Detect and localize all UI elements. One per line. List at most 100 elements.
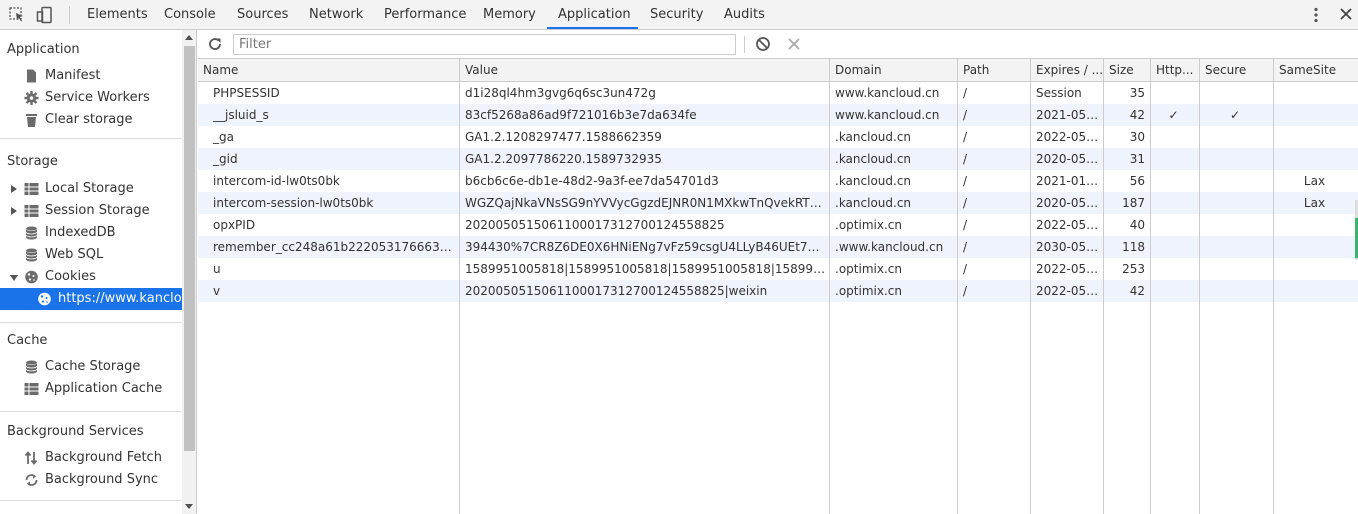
- cell-samesite: Lax: [1303, 174, 1326, 188]
- column-header-samesite[interactable]: SameSite: [1274, 59, 1358, 81]
- sidebar-item-cookies[interactable]: Cookies: [0, 266, 182, 288]
- expand-arrow-icon[interactable]: [11, 185, 17, 193]
- tab-sources[interactable]: Sources: [237, 0, 288, 29]
- tab-memory[interactable]: Memory: [483, 0, 536, 29]
- sidebar-item-label: https://www.kancloud.cn: [58, 291, 182, 306]
- sidebar-item-manifest[interactable]: Manifest: [0, 65, 182, 87]
- table-row[interactable]: _ga GA1.2.1208297477.1588662359 .kancloud.…: [198, 126, 1358, 148]
- cell-samesite: [1274, 236, 1358, 258]
- cell-httponly: ✓: [1168, 108, 1179, 122]
- scrollbar-thumb[interactable]: [184, 46, 195, 451]
- sidebar-item-web-sql[interactable]: Web SQL: [0, 244, 182, 266]
- table-row[interactable]: PHPSESSID d1i28ql4hm3gvg6q6sc3un472g www.k…: [198, 82, 1358, 104]
- cell-value: 20200505150611000173127001245588​25|weix…: [465, 284, 768, 298]
- delete-selected-icon[interactable]: [787, 37, 801, 51]
- grid-icon: [24, 183, 39, 195]
- tab-console[interactable]: Console: [164, 0, 216, 29]
- column-header-path[interactable]: Path: [958, 59, 1030, 81]
- sidebar-item-session-storage[interactable]: Session Storage: [0, 200, 182, 222]
- sidebar-item-background-sync[interactable]: Background Sync: [0, 469, 182, 491]
- column-header-name[interactable]: Name: [198, 59, 459, 81]
- scroll-up-icon[interactable]: [185, 35, 193, 40]
- tab-network[interactable]: Network: [309, 0, 363, 29]
- table-row[interactable]: opxPID 20200505150611000173127001245588​2…: [198, 214, 1358, 236]
- cell-secure: [1200, 280, 1273, 302]
- sidebar-item-cookie-origin[interactable]: https://www.kancloud.cn: [0, 288, 182, 310]
- database-icon: [25, 248, 38, 262]
- cell-secure: [1200, 170, 1273, 192]
- clear-all-icon[interactable]: [755, 36, 771, 52]
- table-row[interactable]: remember_cc248a61b22205317666319... 39443…: [198, 236, 1358, 258]
- cell-httponly: [1151, 280, 1199, 302]
- cell-value: 1589951005818|1589951005818|158995100581…: [465, 262, 829, 276]
- column-header-domain[interactable]: Domain: [830, 59, 957, 81]
- cell-size: 187: [1122, 196, 1145, 210]
- cell-expires: Session: [1036, 86, 1082, 100]
- table-row[interactable]: v 20200505150611000173127001245588​25|wei…: [198, 280, 1358, 302]
- sidebar-item-application-cache[interactable]: Application Cache: [0, 378, 182, 400]
- inspect-element-icon[interactable]: [8, 6, 26, 24]
- section-divider: [0, 322, 182, 323]
- tab-separator: [69, 6, 70, 24]
- close-devtools-icon[interactable]: [1339, 7, 1353, 21]
- table-row[interactable]: u 1589951005818|1589951005818|15899510058…: [198, 258, 1358, 280]
- scroll-down-icon[interactable]: [185, 504, 193, 509]
- column-header-value[interactable]: Value: [460, 59, 829, 81]
- sidebar-scrollbar[interactable]: [182, 30, 197, 514]
- tab-performance[interactable]: Performance: [384, 0, 466, 29]
- column-header-httponly[interactable]: Http...: [1151, 59, 1199, 81]
- sidebar-item-cache-storage[interactable]: Cache Storage: [0, 356, 182, 378]
- cell-path: /: [963, 284, 968, 298]
- cell-name: _ga: [213, 130, 234, 144]
- sidebar-item-local-storage[interactable]: Local Storage: [0, 178, 182, 200]
- more-options-icon[interactable]: [1310, 6, 1322, 24]
- cell-secure: [1200, 192, 1273, 214]
- cell-size: 118: [1122, 240, 1145, 254]
- cell-size: 56: [1129, 174, 1145, 188]
- column-divider: [957, 59, 958, 514]
- sidebar-item-clear-storage[interactable]: Clear storage: [0, 109, 182, 131]
- cell-httponly: [1151, 258, 1199, 280]
- section-title-cache: Cache: [7, 333, 48, 348]
- cell-samesite: [1274, 214, 1358, 236]
- tab-security[interactable]: Security: [650, 0, 703, 29]
- database-icon: [25, 360, 38, 374]
- refresh-icon[interactable]: [207, 36, 223, 52]
- sidebar: Application Manifest Service Workers Cle…: [0, 30, 182, 514]
- tab-audits[interactable]: Audits: [724, 0, 765, 29]
- tab-elements[interactable]: Elements: [87, 0, 148, 29]
- cell-httponly: [1151, 236, 1199, 258]
- cell-value: 83cf5268a86ad9f721016b3e7da634fe: [465, 108, 697, 122]
- sync-icon: [25, 474, 38, 486]
- table-row[interactable]: intercom-session-lw0ts0bk WGZQajNkaVNsSG9…: [198, 192, 1358, 214]
- column-divider: [1103, 59, 1104, 514]
- sidebar-item-label: Session Storage: [45, 203, 150, 218]
- expand-arrow-icon[interactable]: [11, 207, 17, 215]
- column-header-size[interactable]: Size: [1104, 59, 1150, 81]
- device-toolbar-icon[interactable]: [36, 6, 54, 24]
- table-row[interactable]: _gid GA1.2.2097786220.1589732935 .kancloud…: [198, 148, 1358, 170]
- cell-size: 42: [1129, 108, 1145, 122]
- filter-input[interactable]: [233, 34, 736, 55]
- cell-domain: www.kancloud.cn: [835, 86, 940, 100]
- sidebar-item-label: Cookies: [45, 269, 96, 284]
- cookies-table: Name Value Domain Path Expires / ... Siz…: [198, 59, 1358, 514]
- table-row[interactable]: intercom-id-lw0ts0bk b6cb6c6e-db1e-48d2-9…: [198, 170, 1358, 192]
- cell-expires: 2020-05-...: [1036, 152, 1102, 166]
- sidebar-item-background-fetch[interactable]: Background Fetch: [0, 447, 182, 469]
- sidebar-item-label: Application Cache: [45, 381, 163, 396]
- cell-domain: www.kancloud.cn: [835, 108, 940, 122]
- cell-domain: .optimix.cn: [835, 218, 902, 232]
- document-icon: [27, 69, 36, 83]
- table-row[interactable]: __jsluid_s 83cf5268a86ad9f721016b3e7da634…: [198, 104, 1358, 126]
- cell-domain: .www.kancloud.cn: [835, 240, 944, 254]
- column-header-secure[interactable]: Secure: [1200, 59, 1273, 81]
- cell-httponly: [1151, 126, 1199, 148]
- column-header-expires[interactable]: Expires / ...: [1031, 59, 1103, 81]
- sidebar-item-service-workers[interactable]: Service Workers: [0, 87, 182, 109]
- column-divider: [459, 59, 460, 514]
- tab-application[interactable]: Application: [547, 0, 638, 29]
- cell-name: __jsluid_s: [213, 108, 269, 122]
- collapse-arrow-icon[interactable]: [10, 275, 18, 281]
- sidebar-item-indexeddb[interactable]: IndexedDB: [0, 222, 182, 244]
